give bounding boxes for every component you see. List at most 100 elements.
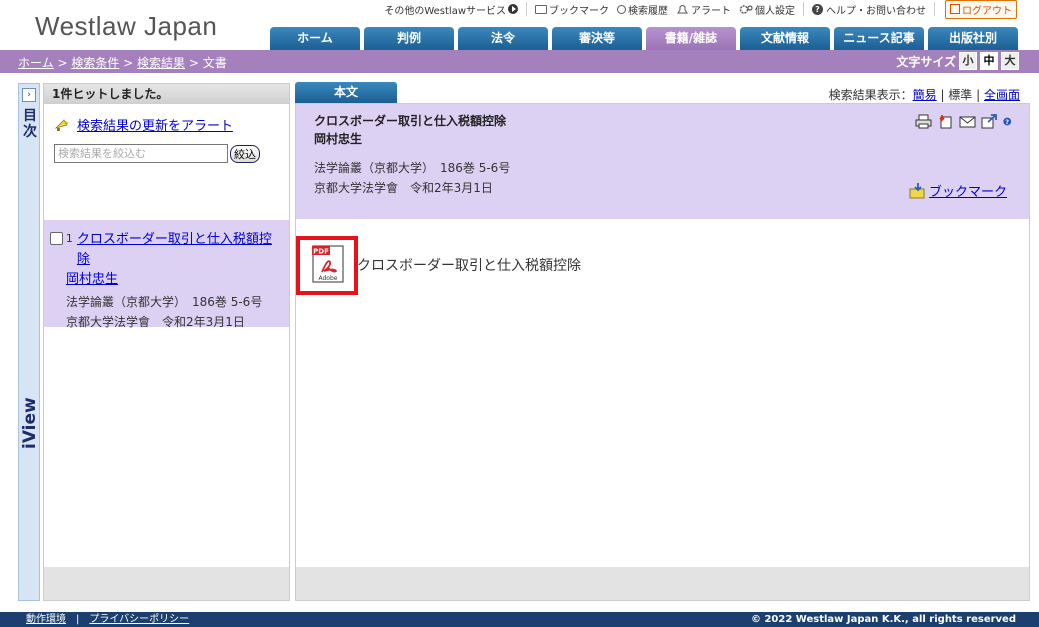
help-icon[interactable]: ? xyxy=(1003,114,1015,129)
document-panel: クロスボーダー取引と仕入税額控除 岡村忠生 法学論叢（京都大学） 186巻 5-… xyxy=(295,103,1030,601)
footer-links: 動作環境 | プライバシーポリシー xyxy=(26,612,189,627)
breadcrumb-separator: > xyxy=(119,56,138,70)
font-size-control: 文字サイズ 小 中 大 xyxy=(896,52,1019,70)
utility-bar: その他のWestlawサービス ブックマーク 検索履歴 アラート 個人設定 ? ヘ… xyxy=(376,0,1017,19)
folder-icon xyxy=(535,4,547,14)
document-header: クロスボーダー取引と仕入税額控除 岡村忠生 法学論叢（京都大学） 186巻 5-… xyxy=(296,104,1029,219)
other-services-label: その他のWestlawサービス xyxy=(384,5,506,17)
document-publisher: 京都大学法学會 令和2年3月1日 xyxy=(314,181,493,195)
help-icon: ? xyxy=(812,3,823,15)
mail-icon[interactable] xyxy=(959,114,976,129)
footer: 動作環境 | プライバシーポリシー © 2022 Westlaw Japan K.K… xyxy=(0,612,1039,627)
toc-label[interactable]: 目次 xyxy=(22,108,38,140)
result-meta: 法学論叢（京都大学） 186巻 5-6号 京都大学法学會 令和2年3月1日 xyxy=(50,292,283,332)
header: Westlaw Japan その他のWestlawサービス ブックマーク 検索履… xyxy=(0,0,1039,50)
util-bookmark-label: ブックマーク xyxy=(549,5,609,17)
nav-tab-news[interactable]: ニュース記事 xyxy=(834,27,924,50)
util-help-link[interactable]: ? ヘルプ・お問い合わせ xyxy=(812,2,926,17)
result-author-link[interactable]: 岡村忠生 xyxy=(66,272,118,287)
westlaw-logo[interactable]: Westlaw Japan xyxy=(35,11,217,42)
breadcrumb-separator: > xyxy=(53,56,72,70)
tab-main-text[interactable]: 本文 xyxy=(295,82,397,103)
view-full-link[interactable]: 全画面 xyxy=(984,88,1020,102)
external-link-icon[interactable] xyxy=(981,114,998,129)
svg-text:?: ? xyxy=(1005,119,1009,126)
play-icon xyxy=(508,4,518,14)
util-bookmark-link[interactable]: ブックマーク xyxy=(535,2,609,17)
result-source: 法学論叢（京都大学） 186巻 5-6号 xyxy=(66,295,263,309)
view-standard: 標準 xyxy=(948,88,973,102)
divider xyxy=(803,2,804,16)
document-panel-footer xyxy=(296,567,1029,600)
magnifier-icon xyxy=(617,4,626,14)
main-nav: ホーム 判例 法令 審決等 書籍/雑誌 文献情報 ニュース記事 出版社別 xyxy=(270,27,1022,50)
util-history-link[interactable]: 検索履歴 xyxy=(617,2,668,17)
font-size-small-button[interactable]: 小 xyxy=(959,52,977,70)
document-tools: ? xyxy=(910,114,1015,129)
util-alert-link[interactable]: アラート xyxy=(676,2,731,17)
nav-tab-cases[interactable]: 判例 xyxy=(364,27,454,50)
print-icon[interactable] xyxy=(915,114,932,129)
util-help-label: ヘルプ・お問い合わせ xyxy=(826,5,926,17)
copyright: © 2022 Westlaw Japan K.K., all rights re… xyxy=(750,614,1016,625)
nav-tab-statutes[interactable]: 法令 xyxy=(458,27,548,50)
util-personal-link[interactable]: 個人設定 xyxy=(739,2,795,17)
adobe-brand: Adobe xyxy=(319,275,338,282)
refine-button[interactable]: 絞込 xyxy=(230,144,260,163)
hit-count: 1件ヒットしました。 xyxy=(44,84,289,104)
breadcrumb-search-results[interactable]: 検索結果 xyxy=(137,56,185,70)
bell-icon xyxy=(54,118,68,131)
other-services-link[interactable]: その他のWestlawサービス xyxy=(384,2,518,17)
nav-tab-publishers[interactable]: 出版社別 xyxy=(928,27,1018,50)
breadcrumb: ホーム > 検索条件 > 検索結果 > 文書 xyxy=(18,54,227,71)
nav-tab-books-journals[interactable]: 書籍/雑誌 xyxy=(646,27,736,50)
gear-icon xyxy=(739,4,753,14)
result-item: 1 クロスボーダー取引と仕入税額控除 岡村忠生 法学論叢（京都大学） 186巻 … xyxy=(44,220,289,329)
toc-sidebar: › 目次 iView xyxy=(18,83,40,601)
folder-bookmark-icon xyxy=(909,182,925,198)
nav-tab-literature[interactable]: 文献情報 xyxy=(740,27,830,50)
font-size-large-button[interactable]: 大 xyxy=(1001,52,1019,70)
view-simple-link[interactable]: 簡易 xyxy=(913,88,937,102)
bell-icon xyxy=(677,4,688,13)
logout-button[interactable]: ログアウト xyxy=(945,0,1017,19)
breadcrumb-bar: ホーム > 検索条件 > 検索結果 > 文書 文字サイズ 小 中 大 xyxy=(0,50,1039,73)
result-publisher: 京都大学法学會 令和2年3月1日 xyxy=(66,315,245,329)
font-size-medium-button[interactable]: 中 xyxy=(980,52,998,70)
alert-row: 検索結果の更新をアラート xyxy=(54,115,233,134)
result-checkbox[interactable] xyxy=(50,232,63,245)
pdf-title[interactable]: クロスボーダー取引と仕入税額控除 xyxy=(357,255,581,275)
pdf-download-button[interactable]: PDF Adobe xyxy=(296,236,358,295)
refine-search-input[interactable] xyxy=(54,144,228,163)
util-alert-label: アラート xyxy=(691,5,731,17)
nav-tab-rulings[interactable]: 審決等 xyxy=(552,27,642,50)
iview-label[interactable]: iView xyxy=(20,397,40,449)
document-author: 岡村忠生 xyxy=(314,132,363,146)
adobe-pdf-icon: PDF Adobe xyxy=(312,245,344,283)
view-label: 検索結果表示： xyxy=(828,88,913,102)
font-size-label: 文字サイズ xyxy=(896,54,956,69)
env-link[interactable]: 動作環境 xyxy=(26,614,66,625)
view-switch: 検索結果表示：簡易 | 標準 | 全画面 xyxy=(828,88,1020,102)
expand-toc-button[interactable]: › xyxy=(22,88,36,102)
download-icon[interactable] xyxy=(937,114,954,129)
document-title: クロスボーダー取引と仕入税額控除 xyxy=(314,114,507,128)
result-title-link[interactable]: クロスボーダー取引と仕入税額控除 xyxy=(77,230,283,270)
pdf-badge: PDF xyxy=(313,248,329,256)
result-author-row: 岡村忠生 xyxy=(50,270,283,290)
privacy-link[interactable]: プライバシーポリシー xyxy=(89,614,189,625)
util-history-label: 検索履歴 xyxy=(628,5,668,17)
results-panel: 1件ヒットしました。 検索結果の更新をアラート 絞込 1 クロスボーダー取引と仕… xyxy=(43,83,290,601)
bookmark-link[interactable]: ブックマーク xyxy=(929,181,1007,200)
breadcrumb-separator: > xyxy=(185,56,203,70)
nav-tab-home[interactable]: ホーム xyxy=(270,27,360,50)
results-panel-footer xyxy=(44,567,289,600)
breadcrumb-search-conditions[interactable]: 検索条件 xyxy=(71,56,119,70)
util-personal-label: 個人設定 xyxy=(755,5,795,17)
bookmark-row: ブックマーク xyxy=(909,181,1007,200)
alert-update-link[interactable]: 検索結果の更新をアラート xyxy=(77,115,233,134)
refine-row: 絞込 xyxy=(54,144,260,163)
footer-divider: | xyxy=(76,614,80,625)
document-source: 法学論叢（京都大学） 186巻 5-6号 xyxy=(314,161,511,175)
breadcrumb-home[interactable]: ホーム xyxy=(18,56,54,70)
